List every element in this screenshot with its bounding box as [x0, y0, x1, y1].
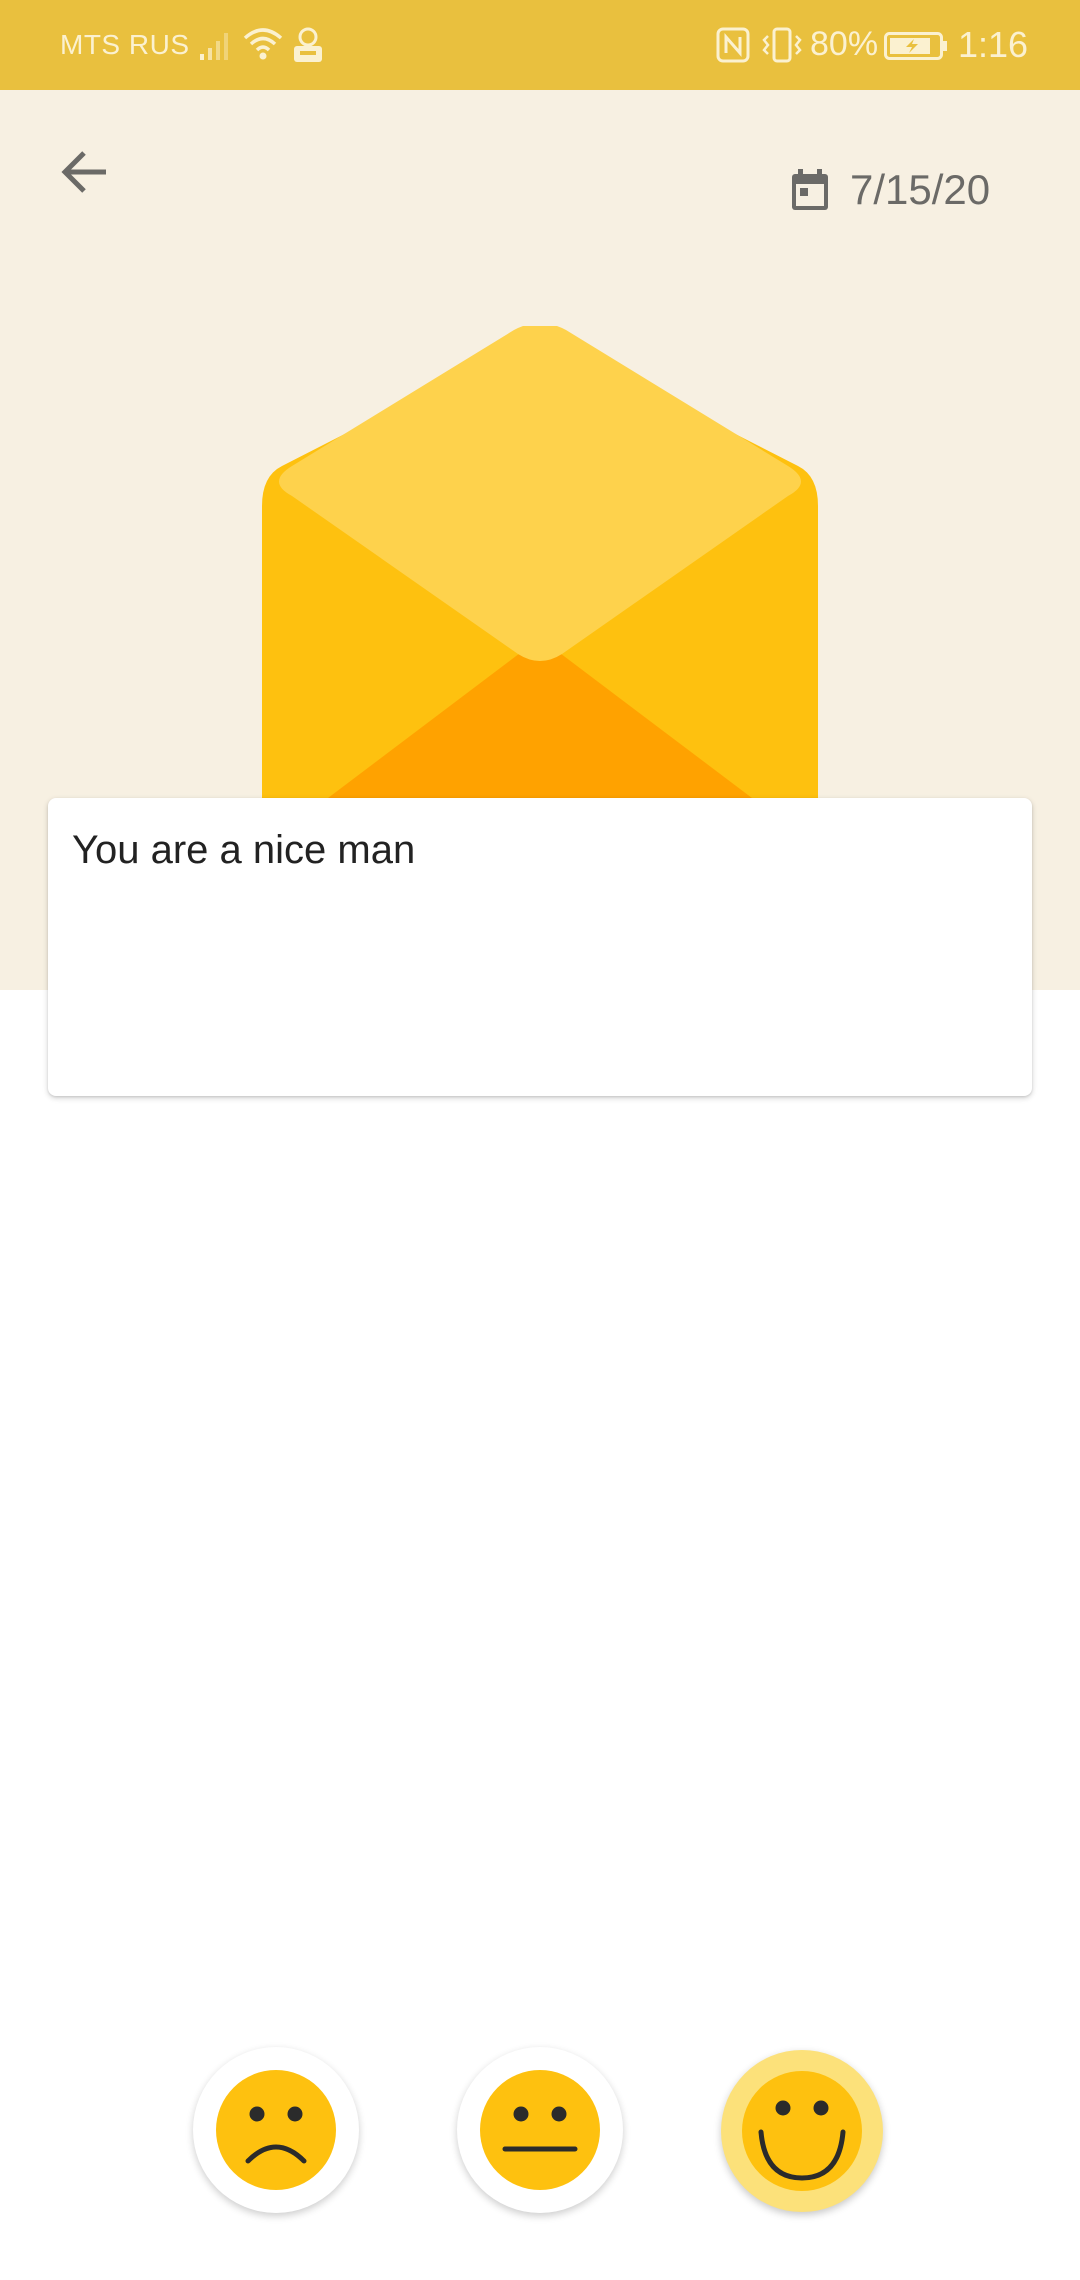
- back-button[interactable]: [44, 132, 124, 212]
- vibrate-icon: [762, 27, 802, 63]
- mood-happy-button[interactable]: [721, 2050, 883, 2212]
- entry-date: 7/15/20: [850, 166, 991, 213]
- arrow-left-icon: [61, 151, 106, 193]
- battery-percent: 80%: [810, 25, 879, 63]
- wifi-icon: [243, 28, 283, 60]
- date-selector[interactable]: 7/15/20: [790, 160, 990, 220]
- carrier-label: MTS RUS: [60, 29, 190, 60]
- clock: 1:16: [958, 24, 1029, 65]
- mood-sad-button[interactable]: [193, 2047, 359, 2213]
- happy-face-icon: [742, 2071, 862, 2191]
- message-card[interactable]: You are a nice man: [48, 798, 1032, 1096]
- envelope-illustration: [262, 326, 818, 798]
- diary-entry-screen: MTS RUS 80% 1:16 7/15/20 You are a nice …: [0, 0, 1080, 2280]
- nfc-icon: [716, 27, 750, 63]
- status-bar: MTS RUS 80% 1:16: [0, 0, 1080, 90]
- neutral-face-icon: [480, 2070, 600, 2190]
- message-text[interactable]: You are a nice man: [72, 826, 1008, 874]
- mood-neutral-button[interactable]: [457, 2047, 623, 2213]
- sad-face-icon: [216, 2070, 336, 2190]
- battery-charging-icon: [884, 32, 947, 60]
- vpn-icon: [294, 27, 322, 62]
- signal-icon: [200, 33, 228, 60]
- calendar-icon: [792, 169, 828, 210]
